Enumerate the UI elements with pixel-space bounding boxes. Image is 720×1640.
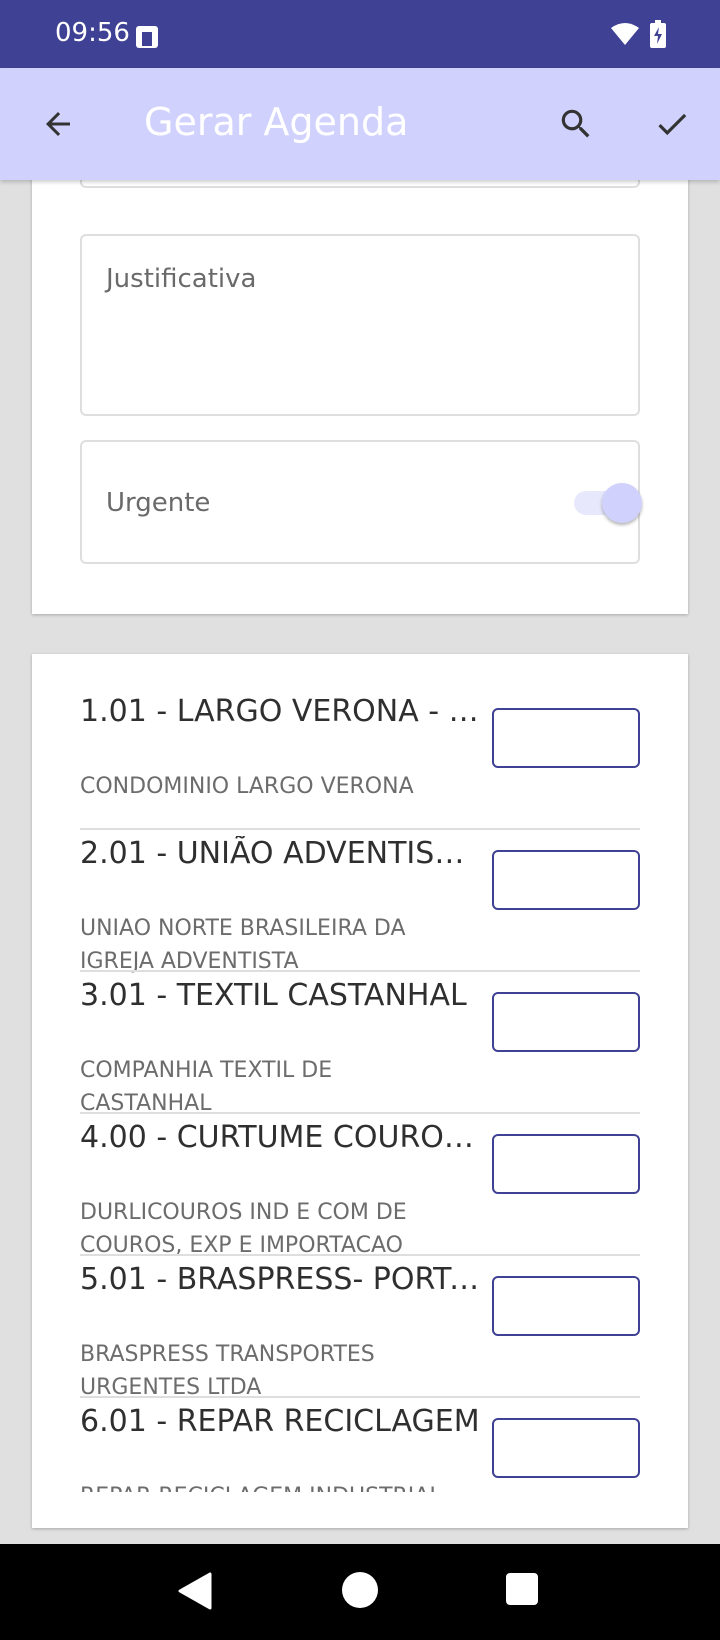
list-item: 5.01 - BRASPRESS- PORTARIA BRASPRESS TRA… [80,1262,640,1404]
list-item: 2.01 - UNIÃO ADVENTISTA NORTE UNIAO NORT… [80,836,640,978]
system-nav-bar [0,1544,720,1640]
client-list: 1.01 - LARGO VERONA - PORTARIA CONDOMINI… [32,654,688,1492]
list-item-subtitle: BRASPRESS TRANSPORTES URGENTES LTDA [80,1342,375,1400]
sim-card-icon [133,24,163,54]
urgente-row[interactable]: Urgente [80,440,642,564]
check-icon[interactable] [644,96,700,152]
divider [80,1112,640,1114]
page-title: Gerar Agenda [144,100,409,144]
list-item-title: 4.00 - CURTUME COURO DURLI [80,1120,480,1155]
nav-recents-icon[interactable] [506,1573,538,1605]
divider [80,828,640,830]
list-item-subtitle: REPAR RECICLAGEM INDUSTRIAL [80,1480,460,1492]
list-item: 3.01 - TEXTIL CASTANHAL COMPANHIA TEXTIL… [80,978,640,1120]
quantity-input[interactable] [492,1418,640,1478]
justificativa-field[interactable]: Justificativa [80,234,640,416]
list-item-title: 5.01 - BRASPRESS- PORTARIA [80,1262,480,1297]
list-item-subtitle: CONDOMINIO LARGO VERONA [80,774,414,799]
divider [80,1254,640,1256]
list-item-subtitle: DURLICOUROS IND E COM DE COUROS, EXP E I… [80,1200,407,1258]
battery-charging-icon [650,20,666,52]
nav-home-icon[interactable] [342,1572,378,1608]
justificativa-placeholder: Justificativa [106,264,257,294]
quantity-input[interactable] [492,708,640,768]
quantity-input[interactable] [492,850,640,910]
search-icon[interactable] [548,96,604,152]
app-bar: Gerar Agenda [0,68,720,180]
client-list-card: 1.01 - LARGO VERONA - PORTARIA CONDOMINI… [32,654,688,1528]
list-item-subtitle: COMPANHIA TEXTIL DE CASTANHAL [80,1058,333,1116]
list-item: 6.01 - REPAR RECICLAGEM REPAR RECICLAGEM… [80,1404,640,1492]
list-item-title: 2.01 - UNIÃO ADVENTISTA NORTE [80,836,480,871]
list-item-title: 3.01 - TEXTIL CASTANHAL [80,978,467,1013]
urgente-toggle[interactable] [602,483,642,523]
quantity-input[interactable] [492,1276,640,1336]
quantity-input[interactable] [492,992,640,1052]
form-card: Justificativa Urgente [32,110,688,614]
status-bar: 09:56 [0,0,720,68]
list-item-title: 1.01 - LARGO VERONA - PORTARIA [80,694,480,729]
list-item: 1.01 - LARGO VERONA - PORTARIA CONDOMINI… [80,694,640,836]
list-item-title: 6.01 - REPAR RECICLAGEM [80,1404,480,1439]
divider [80,1396,640,1398]
urgente-label: Urgente [106,488,211,518]
quantity-input[interactable] [492,1134,640,1194]
list-item: 4.00 - CURTUME COURO DURLI DURLICOUROS I… [80,1120,640,1262]
list-item-subtitle: UNIAO NORTE BRASILEIRA DA IGREJA ADVENTI… [80,916,406,974]
arrow-back-icon[interactable] [30,96,86,152]
status-time: 09:56 [55,18,130,48]
nav-back-icon[interactable] [176,1572,212,1614]
divider [80,970,640,972]
wifi-icon [610,22,640,50]
